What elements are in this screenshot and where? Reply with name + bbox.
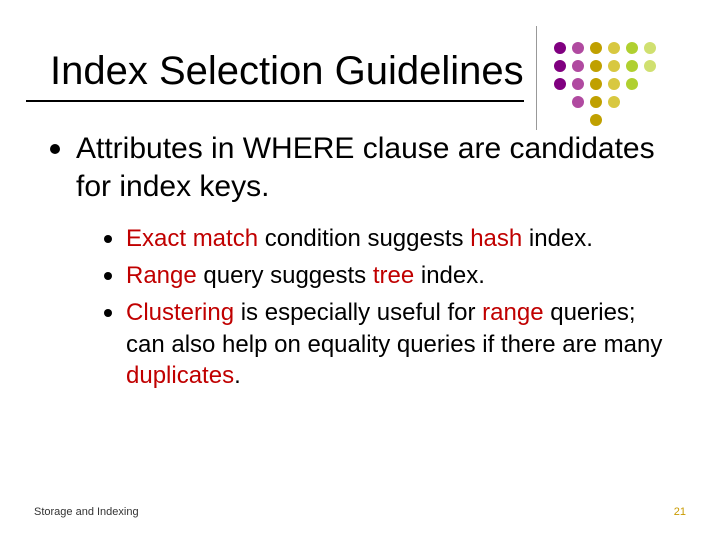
- page-number: 21: [674, 506, 686, 518]
- bullet-level2: Clustering is especially useful for rang…: [104, 297, 670, 391]
- bullet-dot-icon: [104, 272, 112, 280]
- decorative-dots: [550, 38, 700, 138]
- keyword: tree: [373, 262, 414, 289]
- keyword: hash: [470, 225, 522, 252]
- keyword: Exact match: [126, 225, 258, 252]
- footer-text: Storage and Indexing: [34, 506, 139, 518]
- bullet-text: Exact match condition suggests hash inde…: [126, 223, 593, 254]
- bullet-dot-icon: [104, 309, 112, 317]
- keyword: Range: [126, 262, 197, 289]
- text-span: is especially useful for: [234, 299, 482, 326]
- title-underline: [26, 100, 524, 102]
- bullet-level2: Exact match condition suggests hash inde…: [104, 223, 670, 254]
- text-span: index.: [522, 225, 593, 252]
- text-span: index.: [414, 262, 485, 289]
- keyword: range: [482, 299, 543, 326]
- slide: Index Selection Guidelines Attributes in…: [0, 0, 720, 540]
- bullet-dot-icon: [104, 235, 112, 243]
- dot-grid-icon: [550, 38, 700, 138]
- text-span: query suggests: [197, 262, 373, 289]
- bullet-level2: Range query suggests tree index.: [104, 260, 670, 291]
- text-span: condition suggests: [258, 225, 470, 252]
- text-span: .: [234, 362, 241, 389]
- keyword: duplicates: [126, 362, 234, 389]
- bullet-dot-icon: [50, 144, 60, 154]
- bullet-text: Range query suggests tree index.: [126, 260, 485, 291]
- keyword: Clustering: [126, 299, 234, 326]
- bullet-level1: Attributes in WHERE clause are candidate…: [50, 130, 670, 205]
- bullet-text: Clustering is especially useful for rang…: [126, 297, 670, 391]
- bullet-text: Attributes in WHERE clause are candidate…: [76, 130, 670, 205]
- decorative-divider: [536, 26, 537, 130]
